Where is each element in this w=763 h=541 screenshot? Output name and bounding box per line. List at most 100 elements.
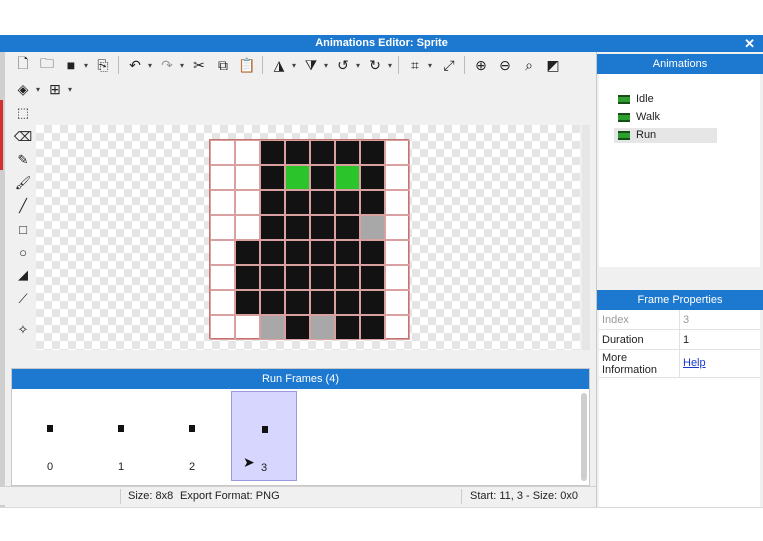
invert-icon[interactable]: ◩ [544, 56, 562, 74]
sprite-pixel[interactable] [335, 140, 360, 165]
sprite-pixel[interactable] [260, 215, 285, 240]
sprite-pixel[interactable] [310, 265, 335, 290]
sprite-pixel[interactable] [335, 190, 360, 215]
sprite-pixel[interactable] [235, 265, 260, 290]
flip-horizontal-icon[interactable]: ◮ [270, 56, 296, 74]
sprite-pixel[interactable] [310, 290, 335, 315]
save-as-icon[interactable]: ⎘ [94, 56, 112, 74]
sprite-pixel[interactable] [385, 265, 410, 290]
sprite-pixel[interactable] [210, 215, 235, 240]
ellipse-tool-icon[interactable]: ○ [14, 243, 32, 261]
sprite-pixel[interactable] [235, 165, 260, 190]
sprite-pixel[interactable] [210, 190, 235, 215]
sprite-pixel[interactable] [260, 240, 285, 265]
animation-item-walk[interactable]: Walk [614, 110, 717, 125]
sprite-pixel[interactable] [285, 140, 310, 165]
sprite-pixel-grid[interactable] [209, 139, 410, 340]
sprite-pixel[interactable] [335, 165, 360, 190]
canvas-vertical-scrollbar[interactable] [582, 125, 590, 350]
sprite-pixel[interactable] [235, 315, 260, 340]
eyedropper-tool-icon[interactable]: ⟋ [14, 290, 32, 308]
sprite-pixel[interactable] [210, 165, 235, 190]
sprite-pixel[interactable] [260, 290, 285, 315]
sprite-pixel[interactable] [360, 215, 385, 240]
sprite-pixel[interactable] [385, 165, 410, 190]
brush-tool-icon[interactable]: 🖌 [14, 174, 32, 192]
undo-icon[interactable]: ↶ [126, 56, 152, 74]
help-link[interactable]: Help [683, 357, 706, 369]
new-file-icon[interactable]: 🗋 [14, 55, 32, 74]
sprite-pixel[interactable] [285, 265, 310, 290]
sprite-pixel[interactable] [385, 240, 410, 265]
save-icon[interactable]: ■ [62, 56, 88, 74]
sprite-pixel[interactable] [310, 315, 335, 340]
sprite-pixel[interactable] [210, 240, 235, 265]
eraser-tool-icon[interactable]: ⌫ [14, 128, 32, 146]
sprite-pixel[interactable] [210, 315, 235, 340]
sprite-pixel[interactable] [310, 215, 335, 240]
pencil-tool-icon[interactable]: ✎ [14, 151, 32, 169]
sprite-pixel[interactable] [235, 290, 260, 315]
sprite-pixel[interactable] [210, 140, 235, 165]
sprite-pixel[interactable] [360, 265, 385, 290]
sprite-pixel[interactable] [235, 240, 260, 265]
zoom-out-icon[interactable]: ⊖ [496, 56, 514, 74]
duration-field[interactable]: 1 [683, 334, 689, 346]
sprite-pixel[interactable] [385, 290, 410, 315]
sprite-pixel[interactable] [260, 315, 285, 340]
paste-icon[interactable]: 📋 [238, 56, 256, 74]
sprite-pixel[interactable] [310, 165, 335, 190]
sprite-pixel[interactable] [360, 290, 385, 315]
sprite-pixel[interactable] [360, 190, 385, 215]
layers-icon[interactable]: ◈ [14, 80, 40, 98]
property-row-duration[interactable]: Duration 1 [599, 330, 760, 350]
sprite-pixel[interactable] [285, 190, 310, 215]
frames-scrollbar[interactable] [581, 393, 587, 481]
sprite-pixel[interactable] [310, 140, 335, 165]
sprite-pixel[interactable] [360, 140, 385, 165]
sprite-pixel[interactable] [210, 290, 235, 315]
sprite-pixel[interactable] [360, 165, 385, 190]
frame-thumbnail[interactable]: 2 [159, 391, 225, 481]
sprite-pixel[interactable] [385, 190, 410, 215]
sprite-pixel[interactable] [310, 240, 335, 265]
sprite-pixel[interactable] [285, 290, 310, 315]
sprite-pixel[interactable] [235, 140, 260, 165]
sprite-pixel[interactable] [235, 190, 260, 215]
sprite-pixel[interactable] [335, 265, 360, 290]
flip-vertical-icon[interactable]: ⧩ [302, 56, 328, 74]
open-folder-icon[interactable]: 🗀 [38, 55, 56, 74]
frame-thumbnail[interactable]: 0 [17, 391, 83, 481]
crop-icon[interactable]: ⌗ [406, 56, 432, 74]
sprite-pixel[interactable] [335, 215, 360, 240]
sprite-pixel[interactable] [385, 140, 410, 165]
sprite-pixel[interactable] [360, 240, 385, 265]
select-tool-icon[interactable]: ⬚ [14, 104, 32, 122]
sprite-pixel[interactable] [285, 165, 310, 190]
close-icon[interactable]: ✕ [744, 35, 755, 52]
sprite-pixel[interactable] [260, 265, 285, 290]
zoom-fit-icon[interactable]: ⌕ [520, 56, 538, 74]
grid-icon[interactable]: ⊞ [46, 80, 72, 98]
sprite-pixel[interactable] [285, 240, 310, 265]
copy-icon[interactable]: ⧉ [214, 56, 232, 74]
redo-icon[interactable]: ↷ [158, 56, 184, 74]
cut-icon[interactable]: ✂ [190, 56, 208, 74]
sprite-pixel[interactable] [260, 140, 285, 165]
sprite-pixel[interactable] [285, 215, 310, 240]
sprite-pixel[interactable] [235, 215, 260, 240]
frame-thumbnail[interactable]: 1 [88, 391, 154, 481]
rectangle-tool-icon[interactable]: □ [14, 220, 32, 238]
animation-item-idle[interactable]: Idle [614, 92, 717, 107]
sprite-pixel[interactable] [335, 315, 360, 340]
rotate-left-icon[interactable]: ↺ [334, 56, 360, 74]
sprite-pixel[interactable] [285, 315, 310, 340]
pivot-tool-icon[interactable]: ✧ [14, 321, 32, 339]
line-tool-icon[interactable]: ╱ [14, 197, 32, 215]
resize-icon[interactable]: ⤢ [440, 56, 458, 74]
sprite-pixel[interactable] [310, 190, 335, 215]
zoom-in-icon[interactable]: ⊕ [472, 56, 490, 74]
frame-thumbnail-selected[interactable]: 3 [231, 391, 297, 481]
sprite-pixel[interactable] [360, 315, 385, 340]
sprite-pixel[interactable] [260, 165, 285, 190]
